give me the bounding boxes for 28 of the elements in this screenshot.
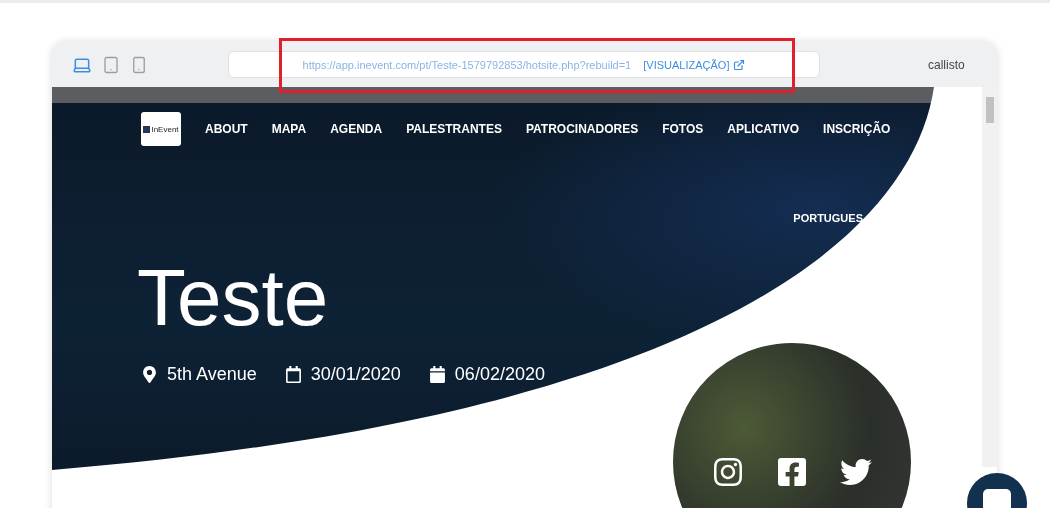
twitter-icon[interactable] [840,456,872,488]
nav-link[interactable]: MAPA [271,122,307,136]
nav-link[interactable]: PATROCINADORES [525,122,639,136]
instagram-icon[interactable] [712,456,744,488]
nav-link[interactable]: PALESTRANTES [406,122,502,136]
calendar-icon [428,366,446,383]
url-bar[interactable]: https://app.inevent.com/pt/Teste-1579792853/hotsite.php?rebuild=1 [VISUALIZAÇÃO] [228,51,820,78]
logo-text: InEvent [151,124,179,134]
site-logo[interactable]: InEvent [141,112,181,146]
event-detail: 30/01/2020 [310,364,401,385]
event-detail: 5th Avenue [167,364,257,385]
nav-link[interactable]: FOTOS [662,122,704,136]
nav-link[interactable]: APLICATIVO [727,122,800,136]
url-text: https://app.inevent.com/pt/Teste-1579792853/hotsite.php?rebuild=1 [302,58,632,71]
language-selector[interactable]: PORTUGUES [793,212,863,224]
nav-link[interactable]: ABOUT [205,122,248,136]
preview-link[interactable]: [VISUALIZAÇÃO] [643,58,746,71]
theme-name: callisto [928,57,965,72]
event-title: Teste [137,258,330,338]
event-detail: 06/02/2020 [454,364,545,385]
logo-mark-icon [143,125,151,133]
calendar-icon [284,366,302,383]
nav-link[interactable]: INSCRIÇÃO [823,122,891,136]
scrollbar[interactable] [982,87,997,467]
nav-link[interactable]: AGENDA [330,122,383,136]
map-pin-icon [141,366,158,383]
facebook-icon[interactable] [776,456,808,488]
external-link-icon [733,58,746,71]
